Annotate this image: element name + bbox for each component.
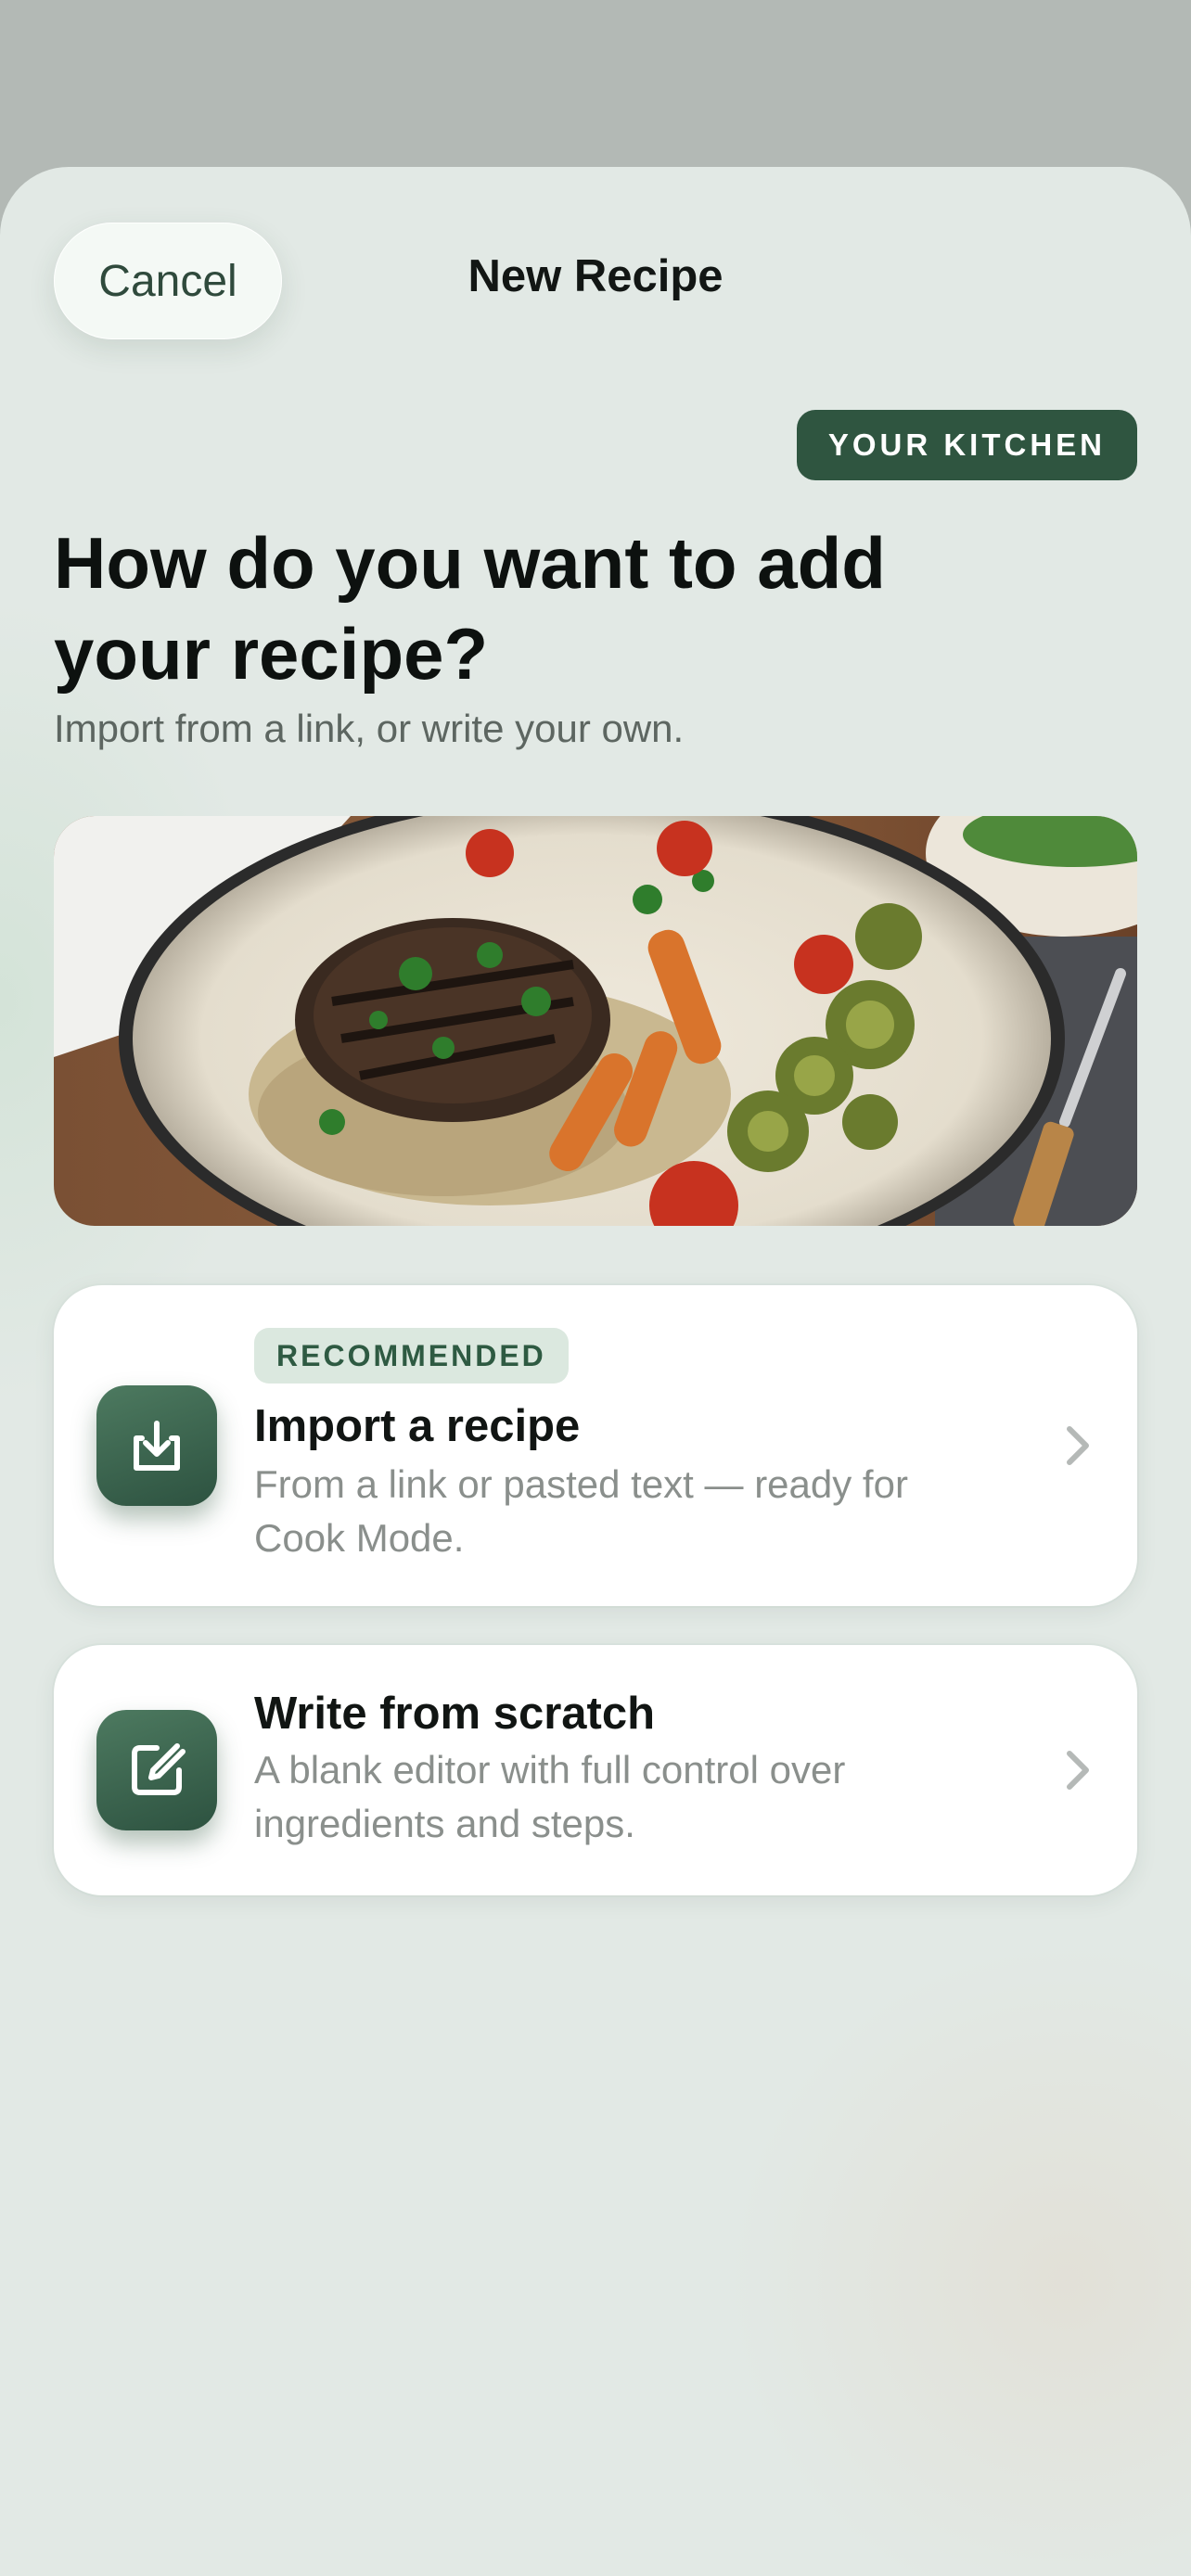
cancel-button[interactable]: Cancel (54, 223, 282, 339)
your-kitchen-badge: YOUR KITCHEN (796, 410, 1137, 480)
page-subtitle: Import from a link, or write your own. (54, 707, 685, 750)
import-recipe-description: From a link or pasted text — ready for C… (254, 1462, 908, 1560)
recommended-badge: RECOMMENDED (254, 1328, 569, 1384)
chevron-right-icon (1059, 1422, 1096, 1469)
write-from-scratch-title: Write from scratch (254, 1689, 656, 1739)
edit-pencil-icon (96, 1710, 217, 1830)
chevron-right-icon (1059, 1747, 1096, 1793)
write-from-scratch-description: A blank editor with full control over in… (254, 1748, 846, 1845)
write-from-scratch-card[interactable]: Write from scratch A blank editor with f… (54, 1645, 1137, 1895)
import-download-icon (96, 1385, 217, 1506)
import-recipe-title: Import a recipe (254, 1401, 581, 1451)
new-recipe-sheet: Cancel New Recipe YOUR KITCHEN How do yo… (0, 167, 1191, 2576)
import-recipe-card[interactable]: RECOMMENDED Import a recipe From a link … (54, 1285, 1137, 1606)
recipe-hero-image (54, 816, 1137, 1226)
page-headline: How do you want to add your recipe? (54, 522, 886, 695)
